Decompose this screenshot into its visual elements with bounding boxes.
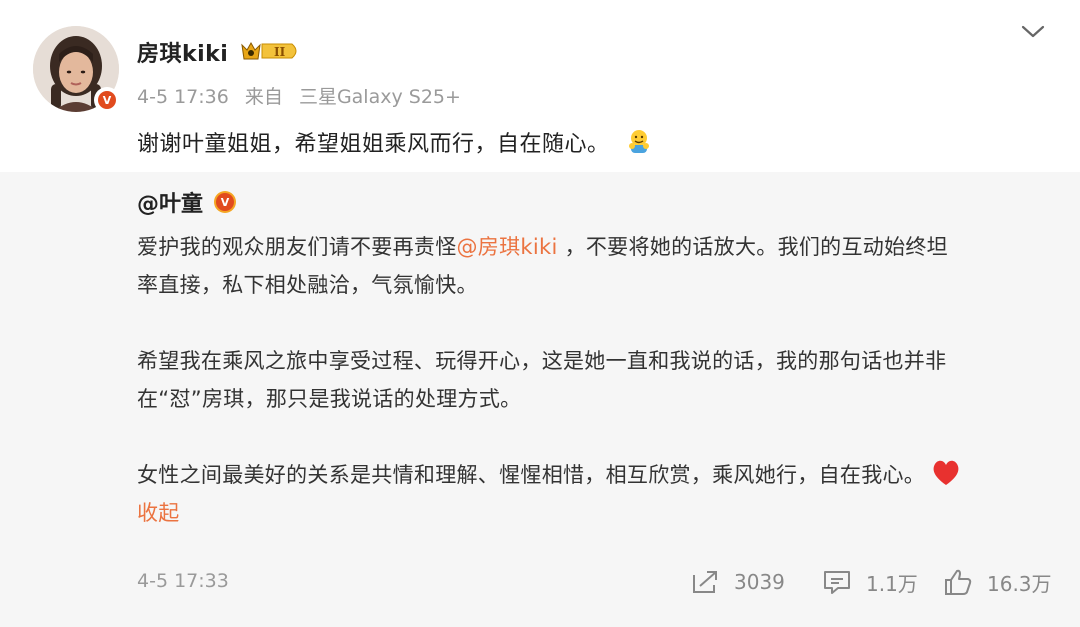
repost-verified-v-icon: V: [216, 193, 234, 211]
red-heart-icon: [933, 460, 959, 485]
repost-paragraph-1: 爱护我的观众朋友们请不要再责怪@房琪kiki ，不要将她的话放大。我们的互动始终…: [137, 228, 1037, 304]
post-text: 谢谢叶童姐姐，希望姐姐乘风而行，自在随心。: [137, 126, 653, 158]
repost-paragraph-2: 希望我在乘风之旅中享受过程、玩得开心，这是她一直和我说的话，我的那句话也并非 在…: [137, 342, 1037, 418]
share-icon: [693, 571, 717, 593]
vip-crown-badge-icon[interactable]: II: [240, 39, 302, 63]
comment-count-button[interactable]: 1.1万: [822, 566, 918, 598]
hug-emoji-icon: [629, 130, 650, 153]
mention-link[interactable]: @房琪kiki: [457, 235, 558, 259]
repost-author[interactable]: @叶童: [137, 186, 203, 218]
repost-p3: 女性之间最美好的关系是共情和理解、惺惺相惜，相互欣赏，乘风她行，自在我心。: [137, 463, 926, 487]
repost-p1-after: ，不要将她的话放大。我们的互动始终坦: [557, 235, 948, 259]
chevron-down-icon[interactable]: [1020, 22, 1046, 42]
repost-paragraph-3: 女性之间最美好的关系是共情和理解、惺惺相惜，相互欣赏，乘风她行，自在我心。 收起: [137, 456, 1037, 532]
repost-footer: 4-5 17:33 3039 1.1万 16.3万: [0, 562, 1080, 602]
repost-verified-icon: V: [214, 191, 236, 213]
repost-block[interactable]: @叶童 V 爱护我的观众朋友们请不要再责怪@房琪kiki ，不要将她的话放大。我…: [0, 172, 1080, 627]
repost-count-button[interactable]: 3039: [690, 566, 785, 598]
post-timestamp: 4-5 17:36: [137, 86, 229, 108]
like-count-button[interactable]: 16.3万: [943, 566, 1052, 598]
post-source-device: 三星Galaxy S25+: [298, 86, 461, 108]
repost-p1-before: 爱护我的观众朋友们请不要再责怪: [137, 235, 457, 259]
comment-count: 1.1万: [866, 571, 918, 596]
repost-p2-line1: 希望我在乘风之旅中享受过程、玩得开心，这是她一直和我说的话，我的那句话也并非: [137, 349, 947, 373]
verified-v-icon: V: [98, 91, 116, 109]
repost-p1-line2: 率直接，私下相处融洽，气氛愉快。: [137, 273, 478, 297]
vip-level-label: II: [274, 45, 286, 59]
post-header: V 房琪kiki II 4-5 17:36 来自 三星Galaxy S25+ 谢…: [0, 0, 1080, 172]
verified-badge: V: [94, 87, 120, 113]
repost-p2-line2: 在“怼”房琪，那只是我说话的处理方式。: [137, 387, 522, 411]
collapse-link[interactable]: 收起: [137, 501, 180, 525]
repost-body: 爱护我的观众朋友们请不要再责怪@房琪kiki ，不要将她的话放大。我们的互动始终…: [137, 228, 1037, 532]
post-source-prefix: 来自: [244, 86, 283, 108]
author-avatar-wrapper[interactable]: V: [33, 26, 120, 113]
comment-icon: [824, 571, 850, 594]
post-meta: 4-5 17:36 来自 三星Galaxy S25+: [137, 82, 471, 109]
author-name[interactable]: 房琪kiki: [137, 36, 228, 68]
thumbs-up-icon: [945, 569, 972, 595]
post-text-content: 谢谢叶童姐姐，希望姐姐乘风而行，自在随心。: [137, 132, 610, 157]
repost-timestamp: 4-5 17:33: [137, 570, 229, 592]
like-count: 16.3万: [987, 571, 1052, 596]
repost-count: 3039: [734, 570, 785, 594]
